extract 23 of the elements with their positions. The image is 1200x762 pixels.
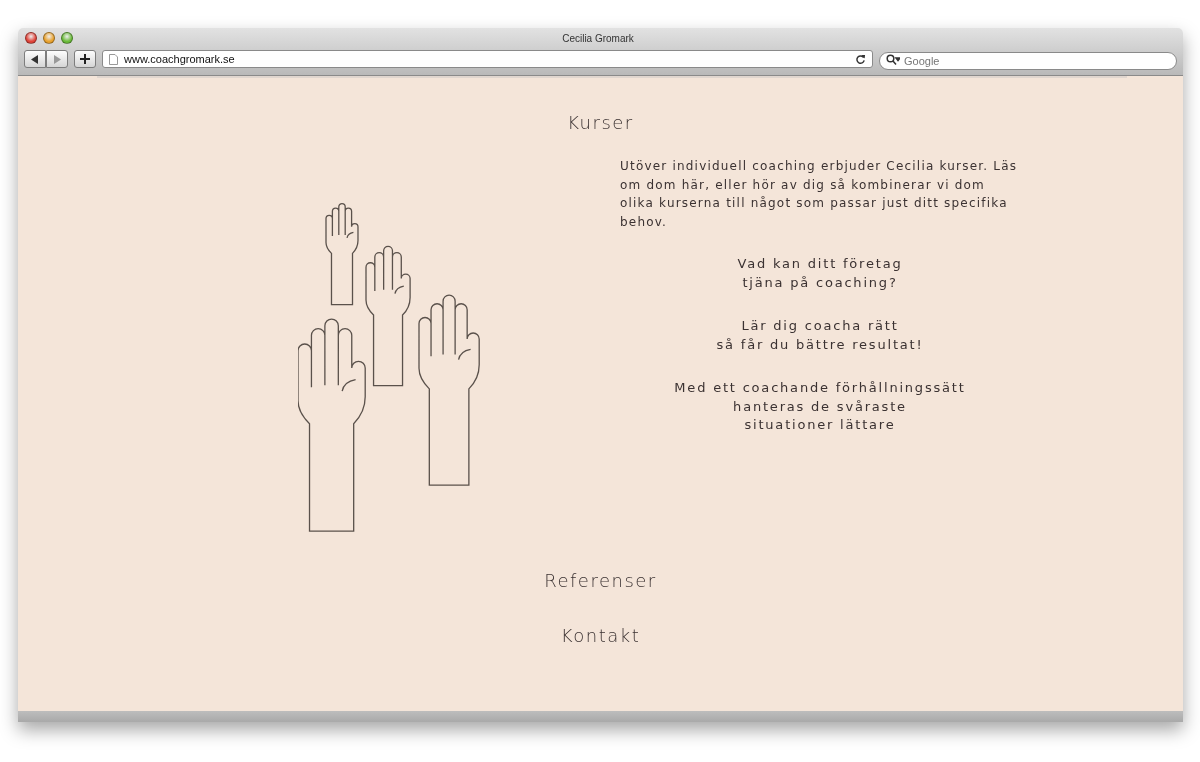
window-title: Cecilia Gromark [561, 32, 635, 44]
address-field[interactable]: www.coachgromark.se [102, 50, 873, 68]
zoom-icon[interactable] [61, 32, 73, 44]
close-icon[interactable] [25, 32, 37, 44]
course-link[interactable]: Lär dig coacha rätt så får du bättre resultat! [716, 317, 924, 354]
section-heading[interactable]: Referenser [544, 570, 657, 591]
forward-arrow-icon [53, 54, 61, 64]
intro-paragraph: Utöver individuell coaching erbjuder Cecilia kurser. Läs om dom här, eller hör av dig så kombinerar vi dom olika kurserna till något som passar just ditt specifika behov. [620, 158, 1019, 231]
search-icon [886, 54, 900, 65]
reload-icon[interactable] [855, 53, 866, 65]
course-link[interactable]: Med ett coachande förhållningssätt hanteras de svåraste situationer lättare [674, 379, 966, 435]
section-heading: Kurser [567, 112, 634, 133]
page-icon [109, 53, 118, 65]
add-bookmark-button[interactable] [74, 50, 96, 68]
section-heading[interactable]: Kontakt [560, 625, 641, 646]
minimize-icon[interactable] [43, 32, 55, 44]
back-arrow-icon [31, 54, 39, 64]
back-button[interactable] [24, 50, 46, 68]
course-link[interactable]: Vad kan ditt företag tjäna på coaching? [737, 255, 903, 292]
plus-icon [80, 54, 90, 64]
forward-button[interactable] [46, 50, 68, 68]
search-field[interactable]: Google [879, 52, 1177, 70]
url-text: www.coachgromark.se [124, 53, 236, 65]
